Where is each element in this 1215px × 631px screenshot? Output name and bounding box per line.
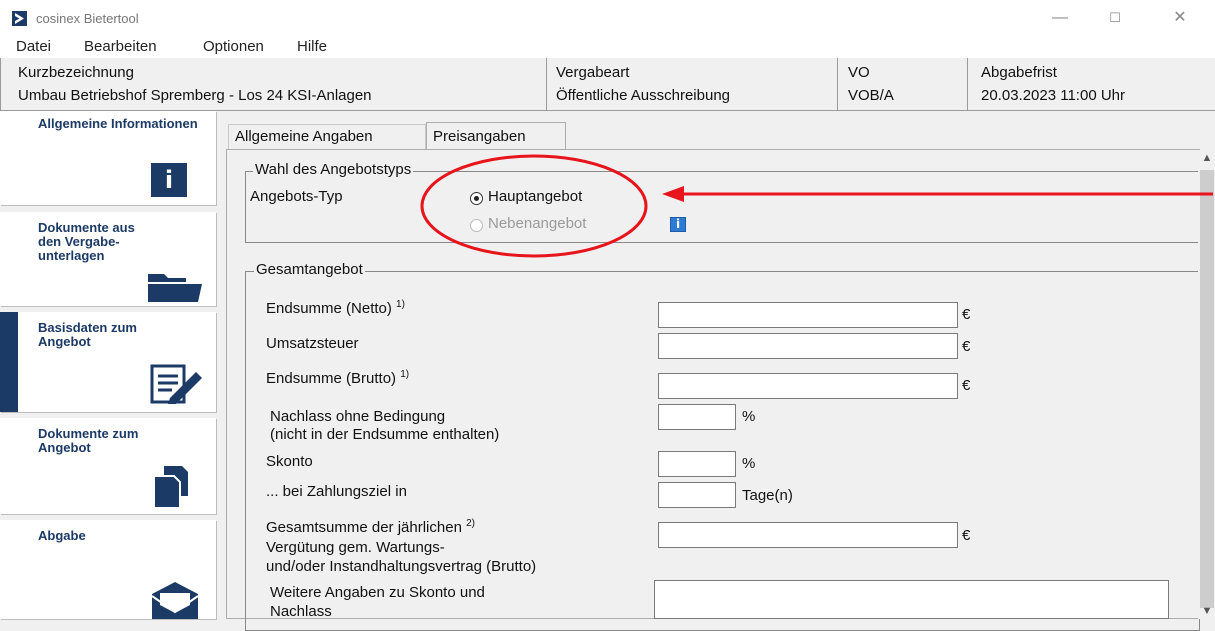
cash-discount-unit: %	[742, 455, 756, 472]
nav-general-information-label: Allgemeine Informationen	[38, 116, 198, 131]
window-title: cosinex Bietertool	[36, 11, 139, 26]
payment-term-input[interactable]	[658, 482, 736, 508]
cash-discount-input[interactable]	[658, 451, 736, 477]
close-button[interactable]: ✕	[1160, 6, 1200, 30]
info-badge-icon[interactable]: i	[670, 217, 686, 232]
gross-total-label-row: Endsumme (Brutto) 1)	[266, 369, 410, 388]
folder-icon	[146, 272, 202, 306]
radio-side-offer[interactable]	[470, 219, 483, 232]
additional-info-label-2: Nachlass	[270, 603, 332, 620]
menu-optionen[interactable]: Optionen	[203, 38, 264, 55]
vat-input[interactable]	[658, 333, 958, 359]
short-title-label: Kurzbezeichnung	[18, 64, 134, 81]
total-offer-legend: Gesamtangebot	[254, 261, 365, 278]
app-logo-icon	[12, 11, 27, 26]
additional-info-label: Weitere Angaben zu Skonto und	[270, 584, 485, 601]
annual-fee-footnote: 2)	[466, 518, 475, 529]
annual-fee-label-row: Gesamtsumme der jährlichen 2)	[266, 518, 475, 537]
payment-term-label: ... bei Zahlungsziel in	[266, 483, 407, 500]
nav-offer-documents[interactable]: Dokumente zum Angebot	[0, 418, 216, 514]
menu-bearbeiten[interactable]: Bearbeiten	[84, 38, 157, 55]
menu-datei[interactable]: Datei	[16, 38, 51, 55]
short-title-value: Umbau Betriebshof Spremberg - Los 24 KSI…	[18, 87, 372, 104]
annual-fee-unit: €	[962, 527, 971, 544]
nav-basic-offer-data-label: Basisdaten zum Angebot	[38, 320, 137, 349]
documents-icon	[152, 464, 192, 512]
nav-tender-documents[interactable]: Dokumente aus den Vergabe-unterlagen	[0, 212, 216, 306]
annual-fee-label: Gesamtsumme der jährlichen	[266, 519, 462, 536]
nav-active-indicator	[0, 312, 18, 412]
scroll-down-icon[interactable]: ▼	[1200, 603, 1214, 619]
offer-type-legend: Wahl des Angebotstyps	[253, 161, 414, 178]
cash-discount-label: Skonto	[266, 453, 313, 470]
procurement-type-value: Öffentliche Ausschreibung	[556, 87, 731, 104]
nav-offer-documents-label: Dokumente zum Angebot	[38, 426, 139, 455]
annual-fee-label-3: und/oder Instandhaltungsvertrag (Brutto)	[266, 558, 537, 575]
deadline-label: Abgabefrist	[981, 64, 1057, 81]
scroll-up-icon[interactable]: ▲	[1200, 150, 1214, 166]
maximize-button[interactable]: ☐	[1095, 6, 1135, 30]
net-total-unit: €	[962, 306, 971, 323]
deadline-value: 20.03.2023 11:00 Uhr	[981, 87, 1126, 104]
vo-value: VOB/A	[848, 87, 894, 104]
procurement-type-label: Vergabeart	[556, 64, 630, 81]
edit-form-icon	[150, 364, 206, 408]
gross-total-input[interactable]	[658, 373, 958, 399]
tab-price-details[interactable]: Preisangaben	[426, 122, 566, 150]
net-total-footnote: 1)	[396, 299, 405, 310]
nav-basic-offer-data[interactable]: Basisdaten zum Angebot	[0, 312, 216, 412]
offer-type-label: Angebots-Typ	[250, 188, 343, 205]
side-offer-label[interactable]: Nebenangebot	[488, 215, 586, 233]
main-offer-label[interactable]: Hauptangebot	[488, 188, 582, 206]
nav-general-information[interactable]: Allgemeine Informationen i	[0, 111, 216, 205]
additional-info-textarea[interactable]	[654, 580, 1169, 619]
tab-general-details[interactable]: Allgemeine Angaben	[228, 124, 426, 150]
offer-type-group	[245, 171, 1200, 243]
vat-unit: €	[962, 338, 971, 355]
scrollbar-thumb[interactable]	[1200, 170, 1214, 608]
annual-fee-label-2: Vergütung gem. Wartungs-	[266, 539, 445, 556]
title-bar	[0, 0, 1215, 36]
payment-term-unit: Tage(n)	[742, 487, 793, 504]
net-total-label: Endsumme (Netto)	[266, 300, 392, 317]
envelope-icon	[150, 580, 200, 623]
net-total-label-row: Endsumme (Netto) 1)	[266, 299, 405, 318]
info-icon: i	[151, 163, 187, 197]
annual-fee-input[interactable]	[658, 522, 958, 548]
gross-total-footnote: 1)	[400, 369, 410, 380]
discount-sublabel: (nicht in der Endsumme enthalten)	[270, 426, 500, 443]
nav-submission[interactable]: Abgabe	[0, 520, 216, 619]
gross-total-label: Endsumme (Brutto)	[266, 370, 397, 387]
discount-input[interactable]	[658, 404, 736, 430]
gross-total-unit: €	[962, 377, 971, 394]
menu-hilfe[interactable]: Hilfe	[297, 38, 327, 55]
discount-label: Nachlass ohne Bedingung	[270, 408, 446, 425]
nav-tender-documents-label: Dokumente aus den Vergabe-unterlagen	[38, 220, 135, 263]
menu-bar	[0, 36, 1215, 58]
vat-label: Umsatzsteuer	[266, 335, 359, 352]
discount-unit: %	[742, 408, 756, 425]
minimize-button[interactable]: —	[1040, 6, 1080, 30]
radio-main-offer[interactable]	[470, 192, 483, 205]
nav-submission-label: Abgabe	[38, 528, 86, 543]
net-total-input[interactable]	[658, 302, 958, 328]
vo-label: VO	[848, 64, 870, 81]
